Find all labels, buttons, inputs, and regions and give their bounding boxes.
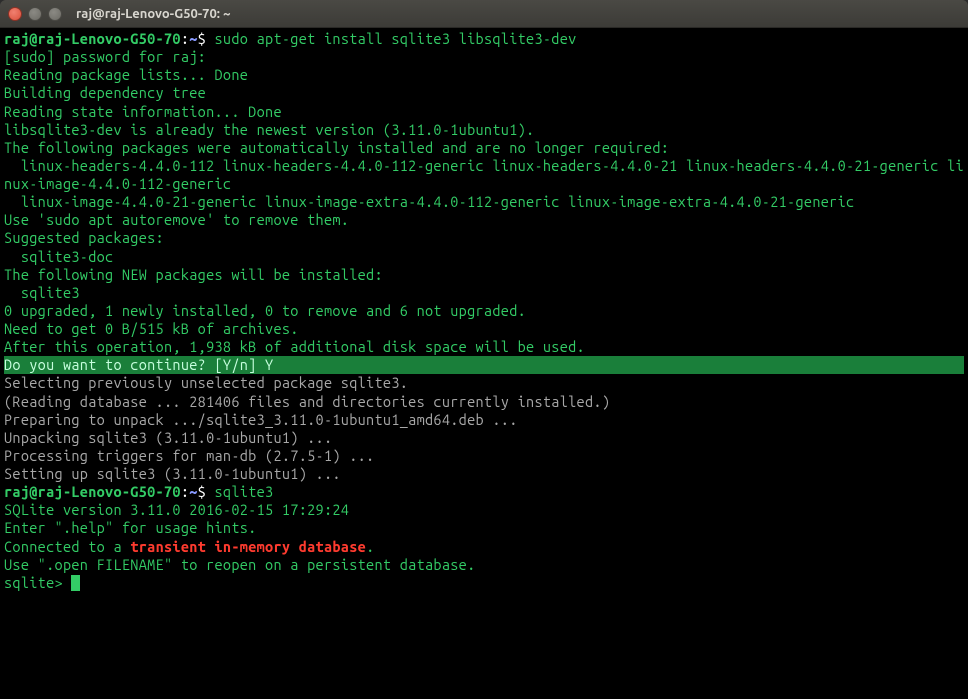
sqlite-output: Use ".open FILENAME" to reopen on a pers… — [4, 556, 476, 573]
output-line: libsqlite3-dev is already the newest ver… — [4, 121, 534, 138]
command-1: sudo apt-get install sqlite3 libsqlite3-… — [206, 30, 576, 47]
output-line: Reading package lists... Done — [4, 66, 248, 83]
output-line: The following packages were automaticall… — [4, 139, 669, 156]
terminal-window: raj@raj-Lenovo-G50-70: ~ raj@raj-Lenovo-… — [0, 0, 968, 699]
output-line: linux-image-4.4.0-21-generic linux-image… — [4, 193, 854, 210]
titlebar[interactable]: raj@raj-Lenovo-G50-70: ~ — [0, 0, 968, 28]
output-line: Building dependency tree — [4, 84, 206, 101]
output-line: The following NEW packages will be insta… — [4, 266, 383, 283]
output-line: Setting up sqlite3 (3.11.0-1ubuntu1) ... — [4, 465, 341, 482]
prompt-sep2: $ — [198, 483, 206, 500]
output-line: sqlite3-doc — [4, 248, 113, 265]
sqlite-prompt: sqlite> — [4, 574, 71, 591]
output-line: Reading state information... Done — [4, 103, 282, 120]
output-line: Need to get 0 B/515 kB of archives. — [4, 320, 299, 337]
sqlite-transient-db: transient in-memory database — [130, 538, 366, 555]
prompt-path: ~ — [189, 483, 197, 500]
sqlite-output: SQLite version 3.11.0 2016-02-15 17:29:2… — [4, 501, 349, 518]
output-line: [sudo] password for raj: — [4, 48, 206, 65]
output-line: Unpacking sqlite3 (3.11.0-1ubuntu1) ... — [4, 429, 332, 446]
output-line: sqlite3 — [4, 284, 80, 301]
output-line: Use 'sudo apt autoremove' to remove them… — [4, 211, 349, 228]
output-line: 0 upgraded, 1 newly installed, 0 to remo… — [4, 302, 526, 319]
prompt-user-host: raj@raj-Lenovo-G50-70 — [4, 30, 181, 47]
sqlite-output: Connected to a — [4, 538, 130, 555]
prompt-sep1: : — [181, 30, 189, 47]
terminal-body[interactable]: raj@raj-Lenovo-G50-70:~$ sudo apt-get in… — [0, 28, 968, 699]
close-icon[interactable] — [8, 7, 22, 21]
sqlite-output: . — [366, 538, 374, 555]
prompt-path: ~ — [189, 30, 197, 47]
output-line: After this operation, 1,938 kB of additi… — [4, 338, 585, 355]
highlighted-prompt-line: Do you want to continue? [Y/n] Y — [4, 356, 964, 374]
maximize-icon[interactable] — [48, 7, 62, 21]
sqlite-output: Enter ".help" for usage hints. — [4, 519, 257, 536]
minimize-icon[interactable] — [28, 7, 42, 21]
cursor-icon — [71, 575, 80, 591]
output-line: Selecting previously unselected package … — [4, 374, 408, 391]
command-2: sqlite3 — [206, 483, 273, 500]
window-title: raj@raj-Lenovo-G50-70: ~ — [76, 7, 230, 21]
output-line: (Reading database ... 281406 files and d… — [4, 393, 610, 410]
prompt-user-host: raj@raj-Lenovo-G50-70 — [4, 483, 181, 500]
output-line: linux-headers-4.4.0-112 linux-headers-4.… — [4, 157, 964, 192]
output-line: Suggested packages: — [4, 229, 164, 246]
output-line: Processing triggers for man-db (2.7.5-1)… — [4, 447, 374, 464]
output-line: Preparing to unpack .../sqlite3_3.11.0-1… — [4, 411, 518, 428]
prompt-sep1: : — [181, 483, 189, 500]
prompt-sep2: $ — [198, 30, 206, 47]
